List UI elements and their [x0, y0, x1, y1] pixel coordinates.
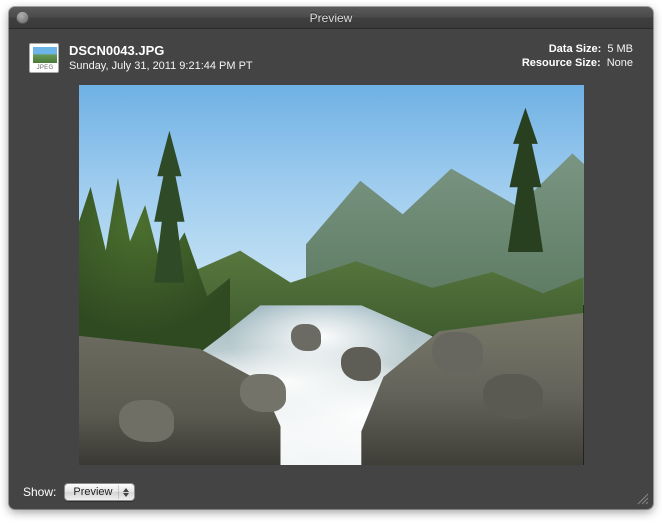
titlebar: Preview: [9, 7, 653, 29]
file-icon-format-label: JPEG: [30, 65, 59, 71]
file-header: JPEG DSCN0043.JPG Sunday, July 31, 2011 …: [29, 43, 633, 75]
data-size-label: Data Size:: [549, 43, 602, 55]
preview-window: Preview JPEG DSCN0043.JPG Sunday, July 3…: [9, 7, 653, 509]
resource-size-value: None: [607, 57, 633, 69]
preview-image: [79, 85, 584, 465]
image-preview-area: [29, 85, 633, 471]
data-size-value: 5 MB: [607, 43, 633, 55]
content-area: JPEG DSCN0043.JPG Sunday, July 31, 2011 …: [9, 29, 653, 479]
show-popup-button[interactable]: Preview: [64, 483, 135, 501]
close-button[interactable]: [16, 11, 29, 24]
updown-arrows-icon: [118, 485, 130, 499]
window-title: Preview: [310, 11, 353, 25]
show-popup-value: Preview: [73, 486, 118, 498]
file-meta: DSCN0043.JPG Sunday, July 31, 2011 9:21:…: [69, 43, 522, 72]
size-meta: Data Size: 5 MB Resource Size: None: [522, 43, 633, 71]
jpeg-file-icon: JPEG: [29, 43, 61, 75]
file-name: DSCN0043.JPG: [69, 43, 522, 58]
footer-bar: Show: Preview: [9, 479, 653, 509]
resize-grip-icon[interactable]: [635, 491, 649, 505]
file-date: Sunday, July 31, 2011 9:21:44 PM PT: [69, 60, 522, 72]
resource-size-label: Resource Size:: [522, 57, 601, 69]
show-label: Show:: [23, 485, 56, 499]
